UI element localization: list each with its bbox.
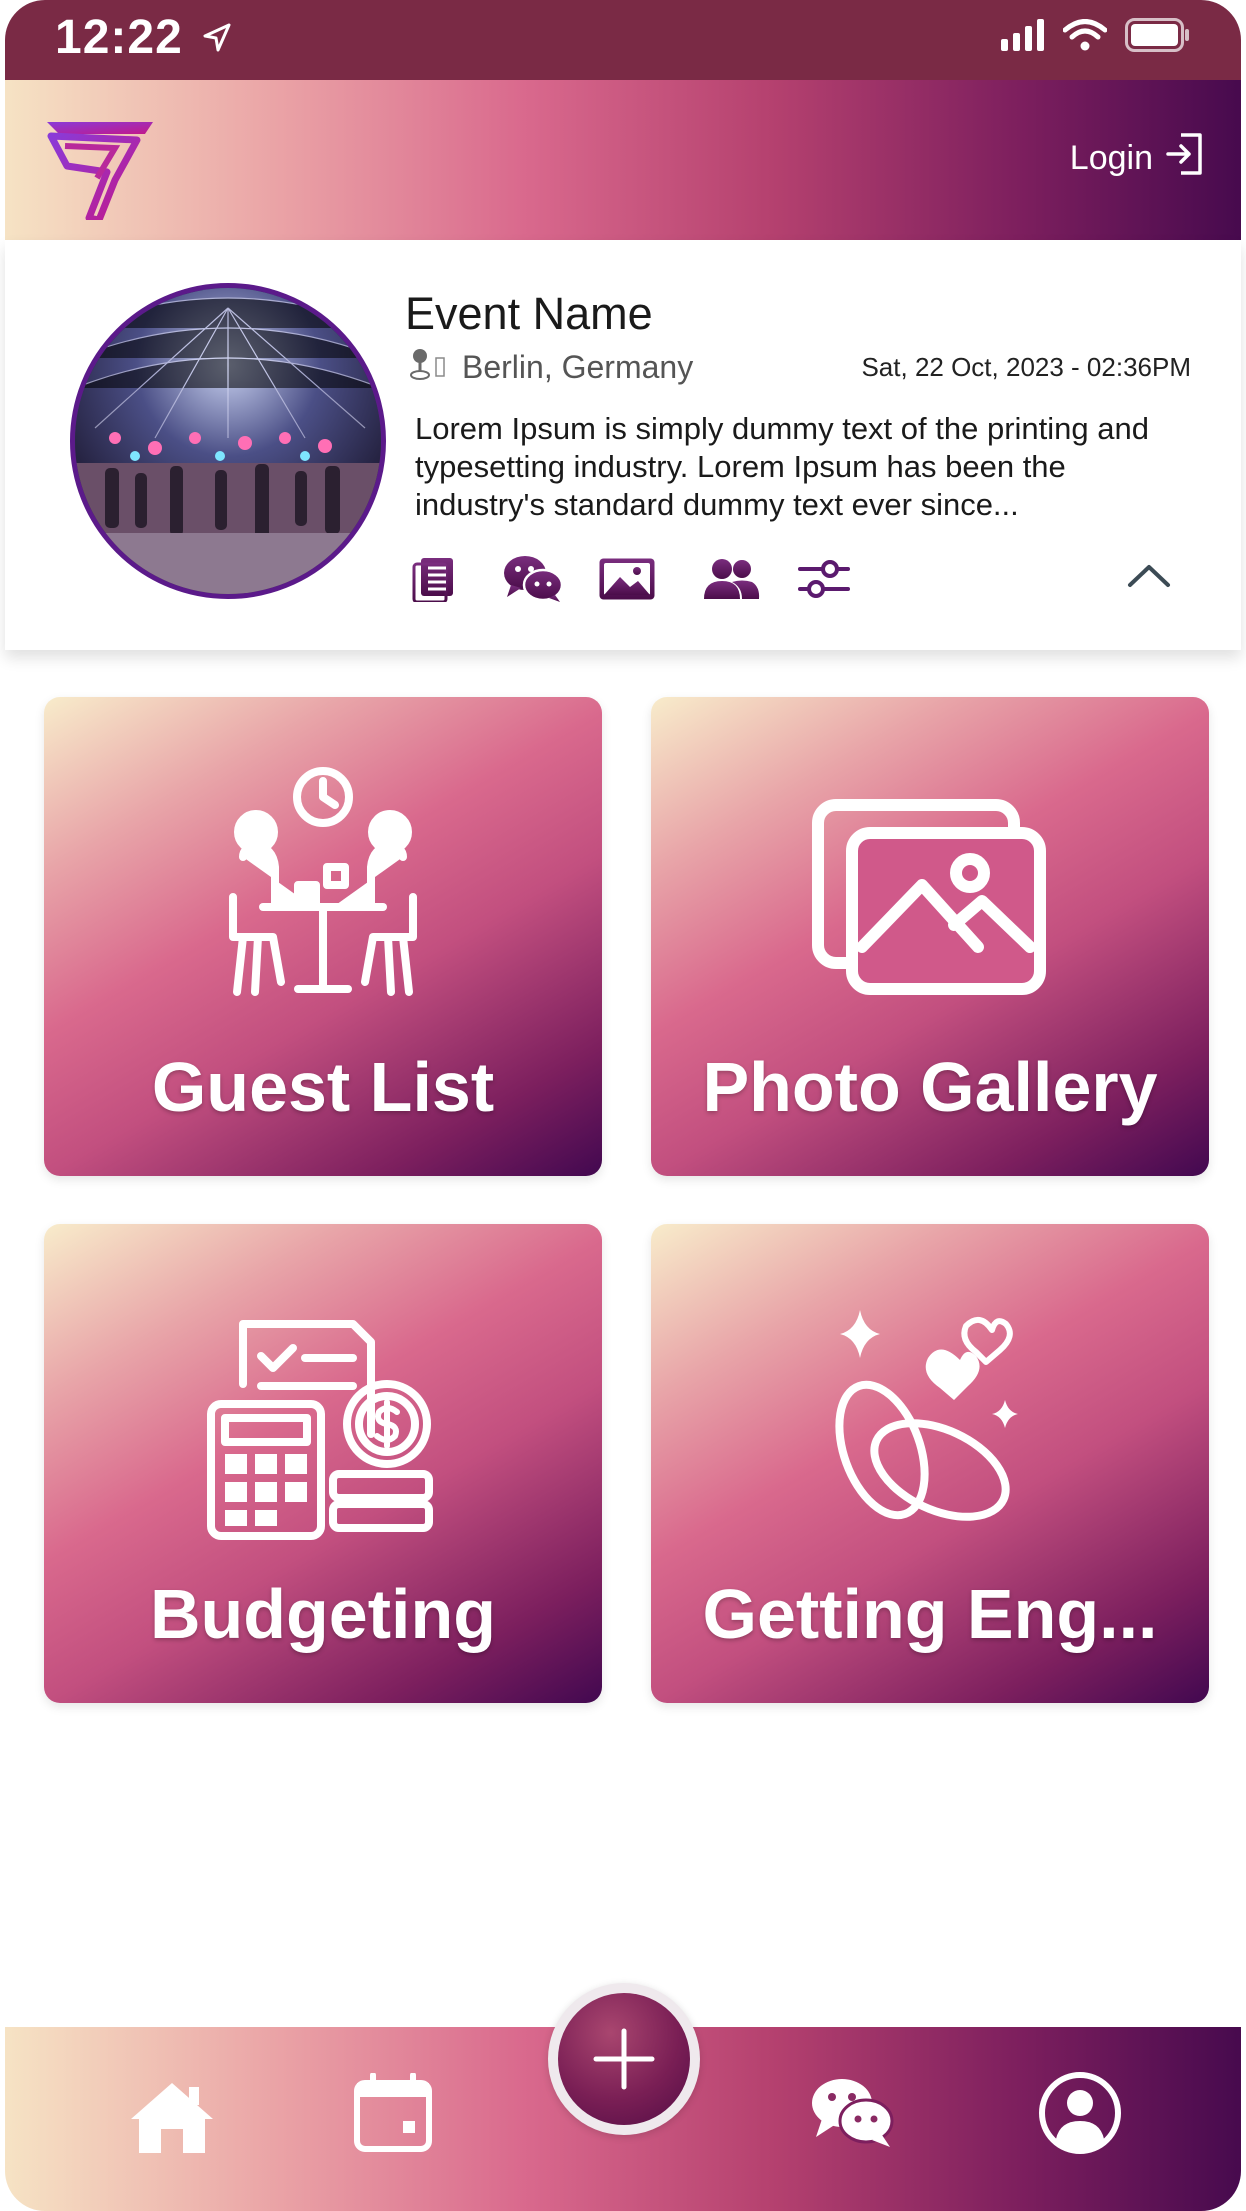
home-icon[interactable]	[127, 2077, 217, 2157]
app-header: Login	[5, 80, 1241, 240]
gallery-icon	[810, 797, 1050, 1002]
tile-photo-gallery[interactable]: Photo Gallery	[651, 697, 1209, 1176]
add-button[interactable]	[548, 1983, 700, 2135]
login-label: Login	[1069, 139, 1153, 177]
rings-icon	[820, 1300, 1040, 1545]
status-bar: 12:22	[5, 0, 1241, 80]
event-card[interactable]: Event Name Berlin, Germany Sat, 22 Oct, …	[5, 240, 1241, 650]
tile-label: Photo Gallery	[702, 1048, 1158, 1126]
event-datetime: Sat, 22 Oct, 2023 - 02:36PM	[861, 352, 1191, 382]
calendar-icon[interactable]	[353, 2073, 433, 2153]
wifi-icon	[1062, 19, 1108, 56]
location-arrow-icon	[201, 22, 233, 59]
meeting-icon	[203, 767, 443, 1012]
document-icon[interactable]	[410, 553, 458, 605]
chevron-up-icon[interactable]	[1127, 562, 1171, 593]
status-time: 12:22	[55, 11, 183, 64]
add-icon	[558, 1993, 690, 2125]
signal-icon	[1001, 19, 1045, 56]
login-button[interactable]: Login	[1070, 132, 1205, 185]
tile-getting-engaged[interactable]: Getting Eng...	[651, 1224, 1209, 1703]
app-logo[interactable]	[41, 100, 161, 224]
phone-screen: 12:22 Login Event Name Berlin, Germany S…	[0, 0, 1246, 2211]
chat-icon[interactable]	[503, 553, 563, 605]
chat-icon[interactable]	[810, 2077, 894, 2149]
tile-guest-list[interactable]: Guest List	[44, 697, 602, 1176]
budget-icon	[203, 1314, 443, 1549]
status-icons	[1001, 18, 1191, 57]
event-title: Event Name	[405, 288, 653, 339]
image-icon[interactable]	[598, 553, 656, 605]
event-location: Berlin, Germany	[462, 349, 694, 385]
group-icon[interactable]	[702, 553, 760, 605]
tile-budgeting[interactable]: Budgeting	[44, 1224, 602, 1703]
map-pin-icon	[410, 348, 446, 387]
tile-label: Guest List	[151, 1048, 495, 1126]
tile-label: Budgeting	[149, 1575, 497, 1653]
login-icon	[1165, 132, 1205, 185]
event-description: Lorem Ipsum is simply dummy text of the …	[415, 411, 1149, 522]
event-actions	[410, 553, 850, 605]
battery-icon	[1125, 18, 1191, 57]
event-location-row: Berlin, Germany	[410, 348, 693, 387]
tile-label: Getting Eng...	[702, 1575, 1158, 1653]
profile-icon[interactable]	[1038, 2071, 1122, 2155]
settings-sliders-icon[interactable]	[798, 553, 850, 605]
event-photo	[70, 283, 386, 599]
